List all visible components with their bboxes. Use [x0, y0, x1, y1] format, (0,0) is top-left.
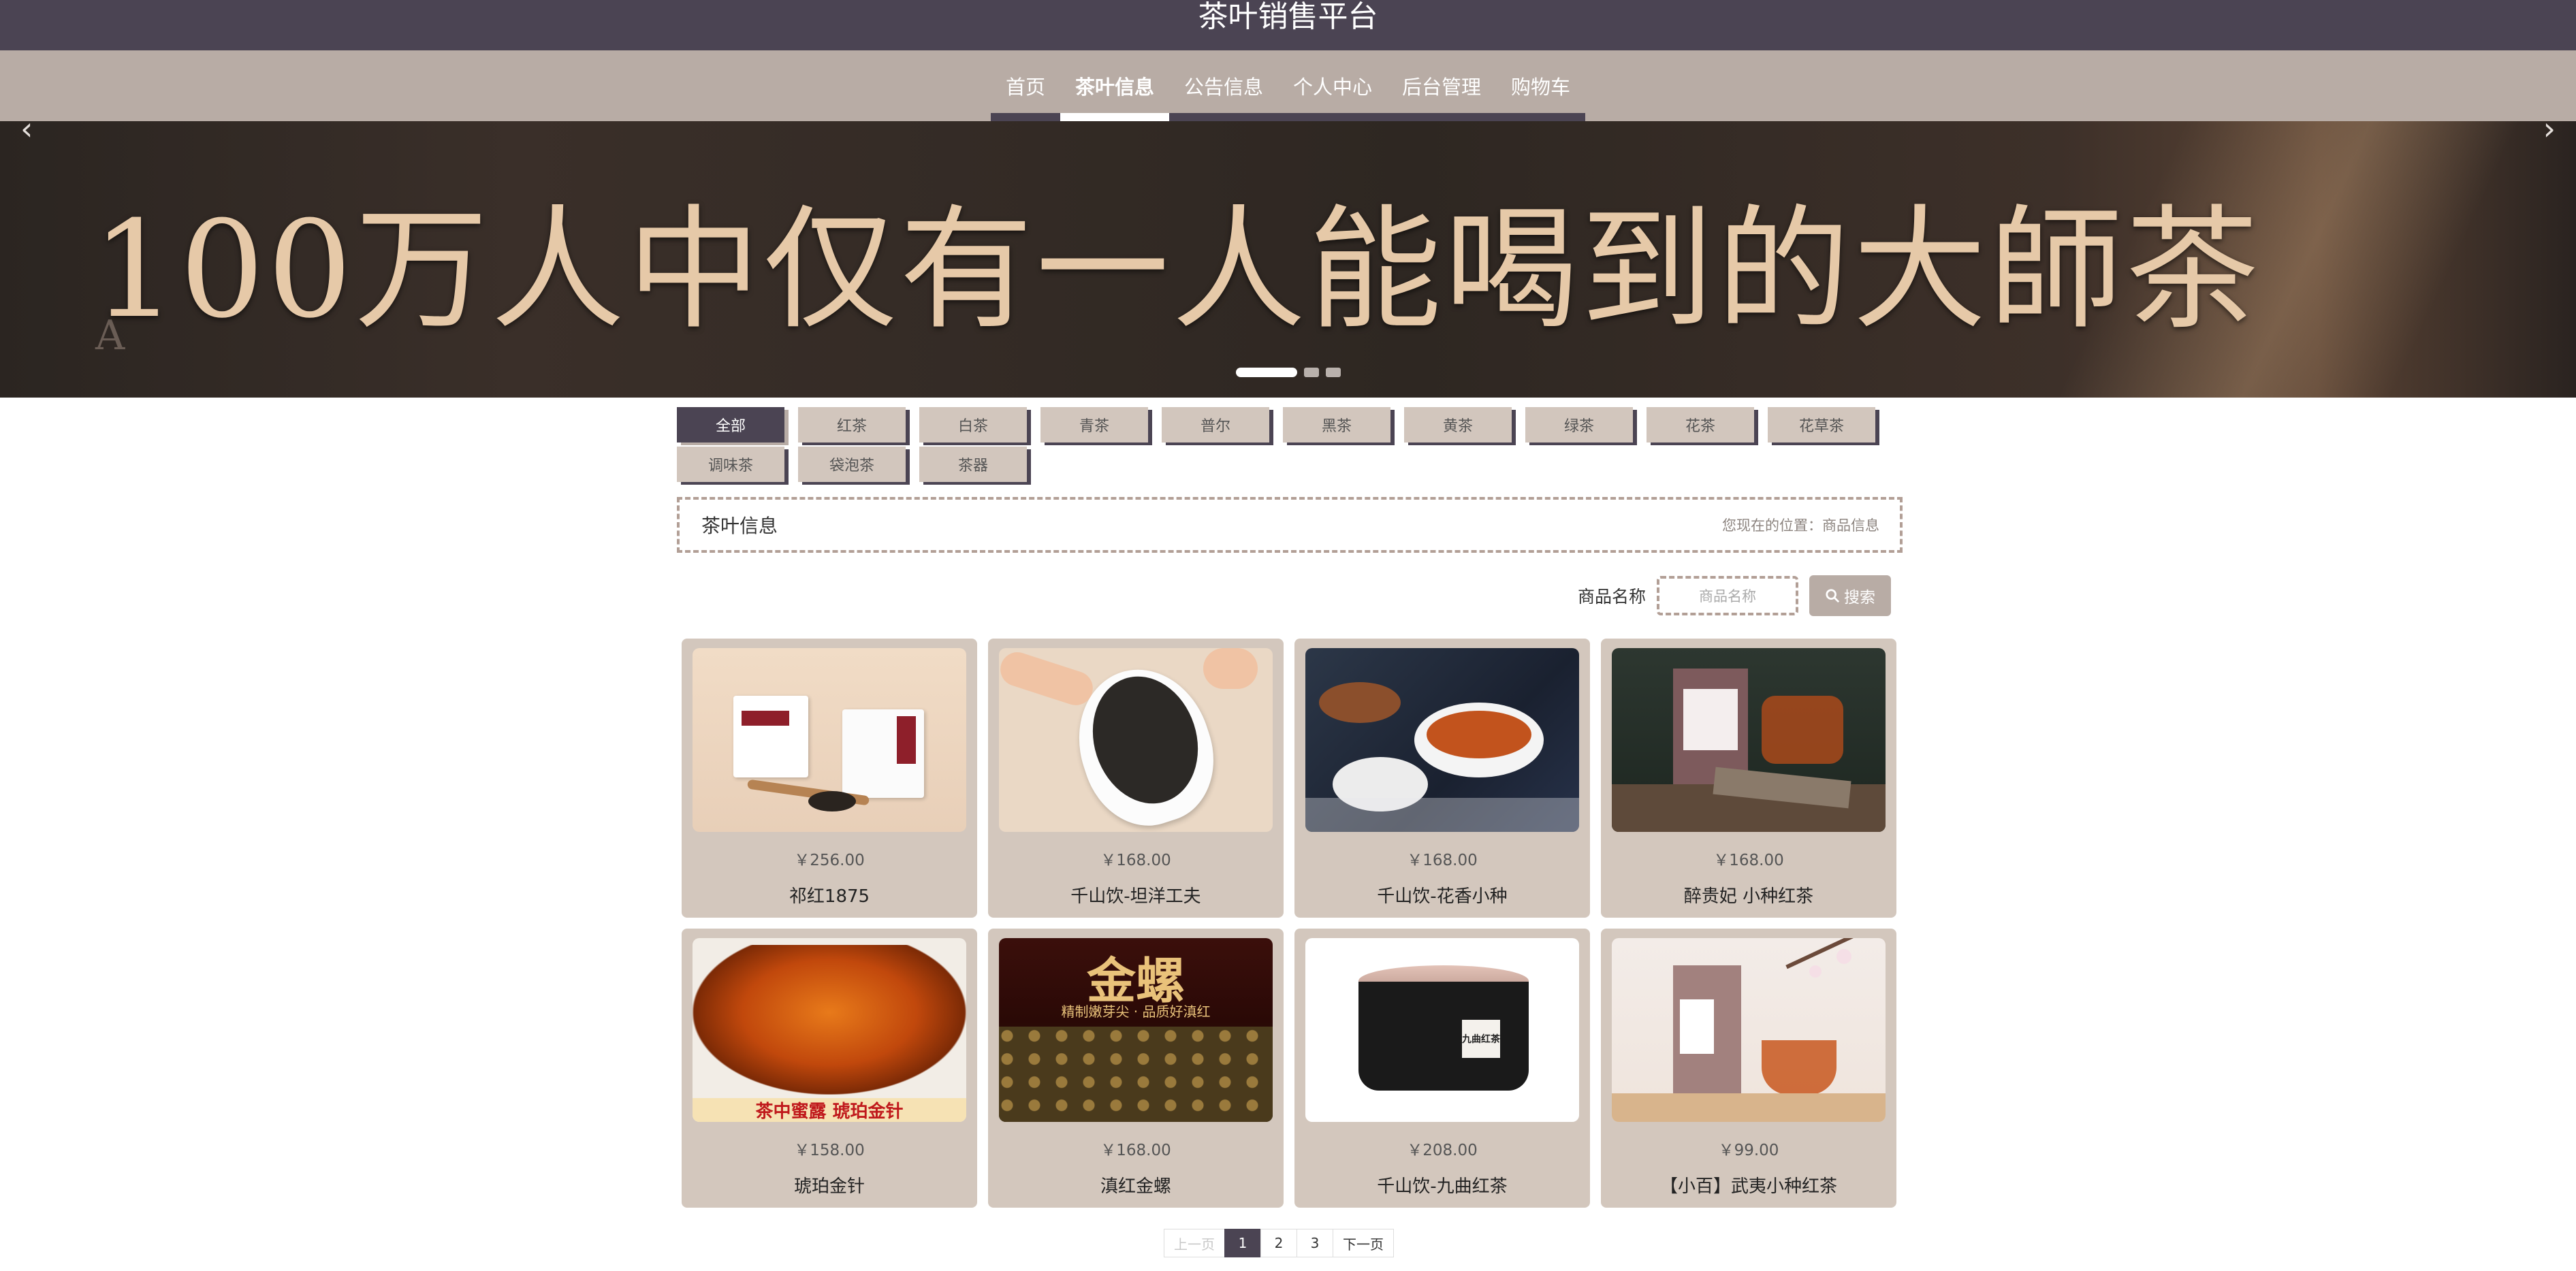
carousel-next-icon[interactable]: ›	[2543, 121, 2556, 147]
category-item[interactable]: 青茶	[1040, 407, 1148, 443]
nav-item-label: 个人中心	[1293, 76, 1373, 99]
product-price: ￥168.00	[1100, 852, 1171, 869]
category-item[interactable]: 茶器	[919, 447, 1027, 482]
nav-item-label: 后台管理	[1402, 76, 1482, 99]
category-all[interactable]: 全部	[677, 407, 784, 443]
search-label: 商品名称	[1577, 587, 1646, 607]
nav-item-tea-info[interactable]: 茶叶信息	[1060, 50, 1169, 121]
breadcrumb-location: 您现在的位置：商品信息	[1722, 517, 1879, 534]
nav-item-notices[interactable]: 公告信息	[1168, 50, 1278, 121]
product-card[interactable]: ￥256.00 祁红1875	[682, 639, 977, 918]
nav-item-label: 公告信息	[1183, 76, 1263, 99]
category-item[interactable]: 白茶	[919, 407, 1027, 443]
nav-item-label: 茶叶信息	[1075, 76, 1154, 99]
category-item[interactable]: 袋泡茶	[798, 447, 906, 482]
carousel-indicators	[0, 368, 2576, 377]
product-card[interactable]: ￥168.00 醉贵妃 小种红茶	[1601, 639, 1896, 918]
nav-item-label: 首页	[1005, 76, 1045, 99]
page-button-2[interactable]: 2	[1260, 1229, 1297, 1257]
product-card[interactable]: ￥99.00 【小百】武夷小种红茶	[1601, 929, 1896, 1208]
banner-slogan: 100万人中仅有一人能喝到的大師茶	[92, 193, 2262, 348]
search-bar: 商品名称 商品名称 搜索	[1578, 575, 1891, 617]
category-item[interactable]: 黑茶	[1283, 407, 1390, 443]
search-input[interactable]: 商品名称	[1657, 576, 1798, 615]
product-card[interactable]: 茶中蜜露 琥珀金针 ￥158.00 琥珀金针	[682, 929, 977, 1208]
nav-item-profile[interactable]: 个人中心	[1278, 50, 1388, 121]
product-image[interactable]	[1612, 648, 1886, 832]
product-price: ￥99.00	[1718, 1142, 1779, 1159]
site-title: 茶叶销售平台	[1198, 0, 1378, 34]
breadcrumb: 茶叶信息 您现在的位置：商品信息	[677, 497, 1903, 553]
nav-item-label: 购物车	[1511, 76, 1571, 99]
category-item[interactable]: 花草茶	[1768, 407, 1875, 443]
product-image[interactable]	[1612, 938, 1886, 1122]
main-nav: 首页 茶叶信息 公告信息 个人中心 后台管理 购物车	[0, 50, 2576, 121]
category-item[interactable]: 普尔	[1162, 407, 1269, 443]
product-image[interactable]: 九曲红茶	[1305, 938, 1579, 1122]
category-filter: 全部 红茶 白茶 青茶 普尔 黑茶 黄茶 绿茶 花茶 花草茶 调味茶 袋泡茶 茶…	[677, 407, 1903, 489]
category-item[interactable]: 红茶	[798, 407, 906, 443]
pagination: 上一页 1 2 3 下一页	[1164, 1229, 1394, 1257]
product-grid: ￥256.00 祁红1875 ￥168.00 千山饮-坦洋工夫 ￥168.00 …	[682, 639, 1898, 1208]
product-name[interactable]: 千山饮-坦洋工夫	[999, 882, 1273, 907]
product-name[interactable]: 千山饮-花香小种	[1305, 882, 1579, 907]
product-image-caption: 茶中蜜露 琥珀金针	[693, 1098, 966, 1122]
product-price: ￥168.00	[1713, 852, 1784, 869]
product-price: ￥208.00	[1407, 1142, 1478, 1159]
page-button-1[interactable]: 1	[1224, 1229, 1261, 1257]
banner-carousel: A 100万人中仅有一人能喝到的大師茶 ‹ ›	[0, 121, 2576, 398]
product-price: ￥256.00	[794, 852, 865, 869]
product-image-caption: 九曲红茶	[1462, 1020, 1500, 1058]
carousel-prev-icon[interactable]: ‹	[20, 121, 33, 147]
product-image[interactable]	[693, 648, 966, 832]
product-name[interactable]: 醉贵妃 小种红茶	[1612, 882, 1886, 907]
product-name[interactable]: 滇红金螺	[999, 1172, 1273, 1197]
category-item[interactable]: 黄茶	[1404, 407, 1512, 443]
search-button[interactable]: 搜索	[1809, 575, 1891, 616]
category-item[interactable]: 调味茶	[677, 447, 784, 482]
product-price: ￥158.00	[794, 1142, 865, 1159]
nav-item-admin[interactable]: 后台管理	[1387, 50, 1497, 121]
product-card[interactable]: ￥168.00 千山饮-坦洋工夫	[988, 639, 1284, 918]
search-icon	[1826, 589, 1840, 603]
product-image[interactable]: 茶中蜜露 琥珀金针	[693, 938, 966, 1122]
product-image-caption: 精制嫩芽尖 · 品质好滇红	[1061, 1003, 1211, 1020]
category-item[interactable]: 绿茶	[1525, 407, 1633, 443]
prev-page-button[interactable]: 上一页	[1164, 1229, 1225, 1257]
page-title: 茶叶信息	[701, 515, 778, 537]
product-name[interactable]: 琥珀金针	[693, 1172, 966, 1197]
page-button-3[interactable]: 3	[1297, 1229, 1333, 1257]
product-card[interactable]: ￥168.00 千山饮-花香小种	[1294, 639, 1590, 918]
product-name[interactable]: 祁红1875	[693, 882, 966, 907]
category-item[interactable]: 花茶	[1647, 407, 1754, 443]
product-image[interactable]	[999, 648, 1273, 832]
carousel-dot-2[interactable]	[1303, 368, 1319, 377]
carousel-dot-1[interactable]	[1235, 368, 1297, 377]
next-page-button[interactable]: 下一页	[1333, 1229, 1394, 1257]
product-price: ￥168.00	[1100, 1142, 1171, 1159]
product-card[interactable]: 九曲红茶 ￥208.00 千山饮-九曲红茶	[1294, 929, 1590, 1208]
carousel-dot-3[interactable]	[1325, 368, 1341, 377]
top-header: 茶叶销售平台	[0, 0, 2576, 50]
nav-item-home[interactable]: 首页	[990, 50, 1060, 121]
product-card[interactable]: 金螺 精制嫩芽尖 · 品质好滇红 ￥168.00 滇红金螺	[988, 929, 1284, 1208]
product-price: ￥168.00	[1407, 852, 1478, 869]
search-button-label: 搜索	[1844, 589, 1875, 607]
product-image[interactable]: 金螺 精制嫩芽尖 · 品质好滇红	[999, 938, 1273, 1122]
product-image[interactable]	[1305, 648, 1579, 832]
nav-item-cart[interactable]: 购物车	[1496, 50, 1586, 121]
product-name[interactable]: 千山饮-九曲红茶	[1305, 1172, 1579, 1197]
product-name[interactable]: 【小百】武夷小种红茶	[1612, 1172, 1886, 1197]
